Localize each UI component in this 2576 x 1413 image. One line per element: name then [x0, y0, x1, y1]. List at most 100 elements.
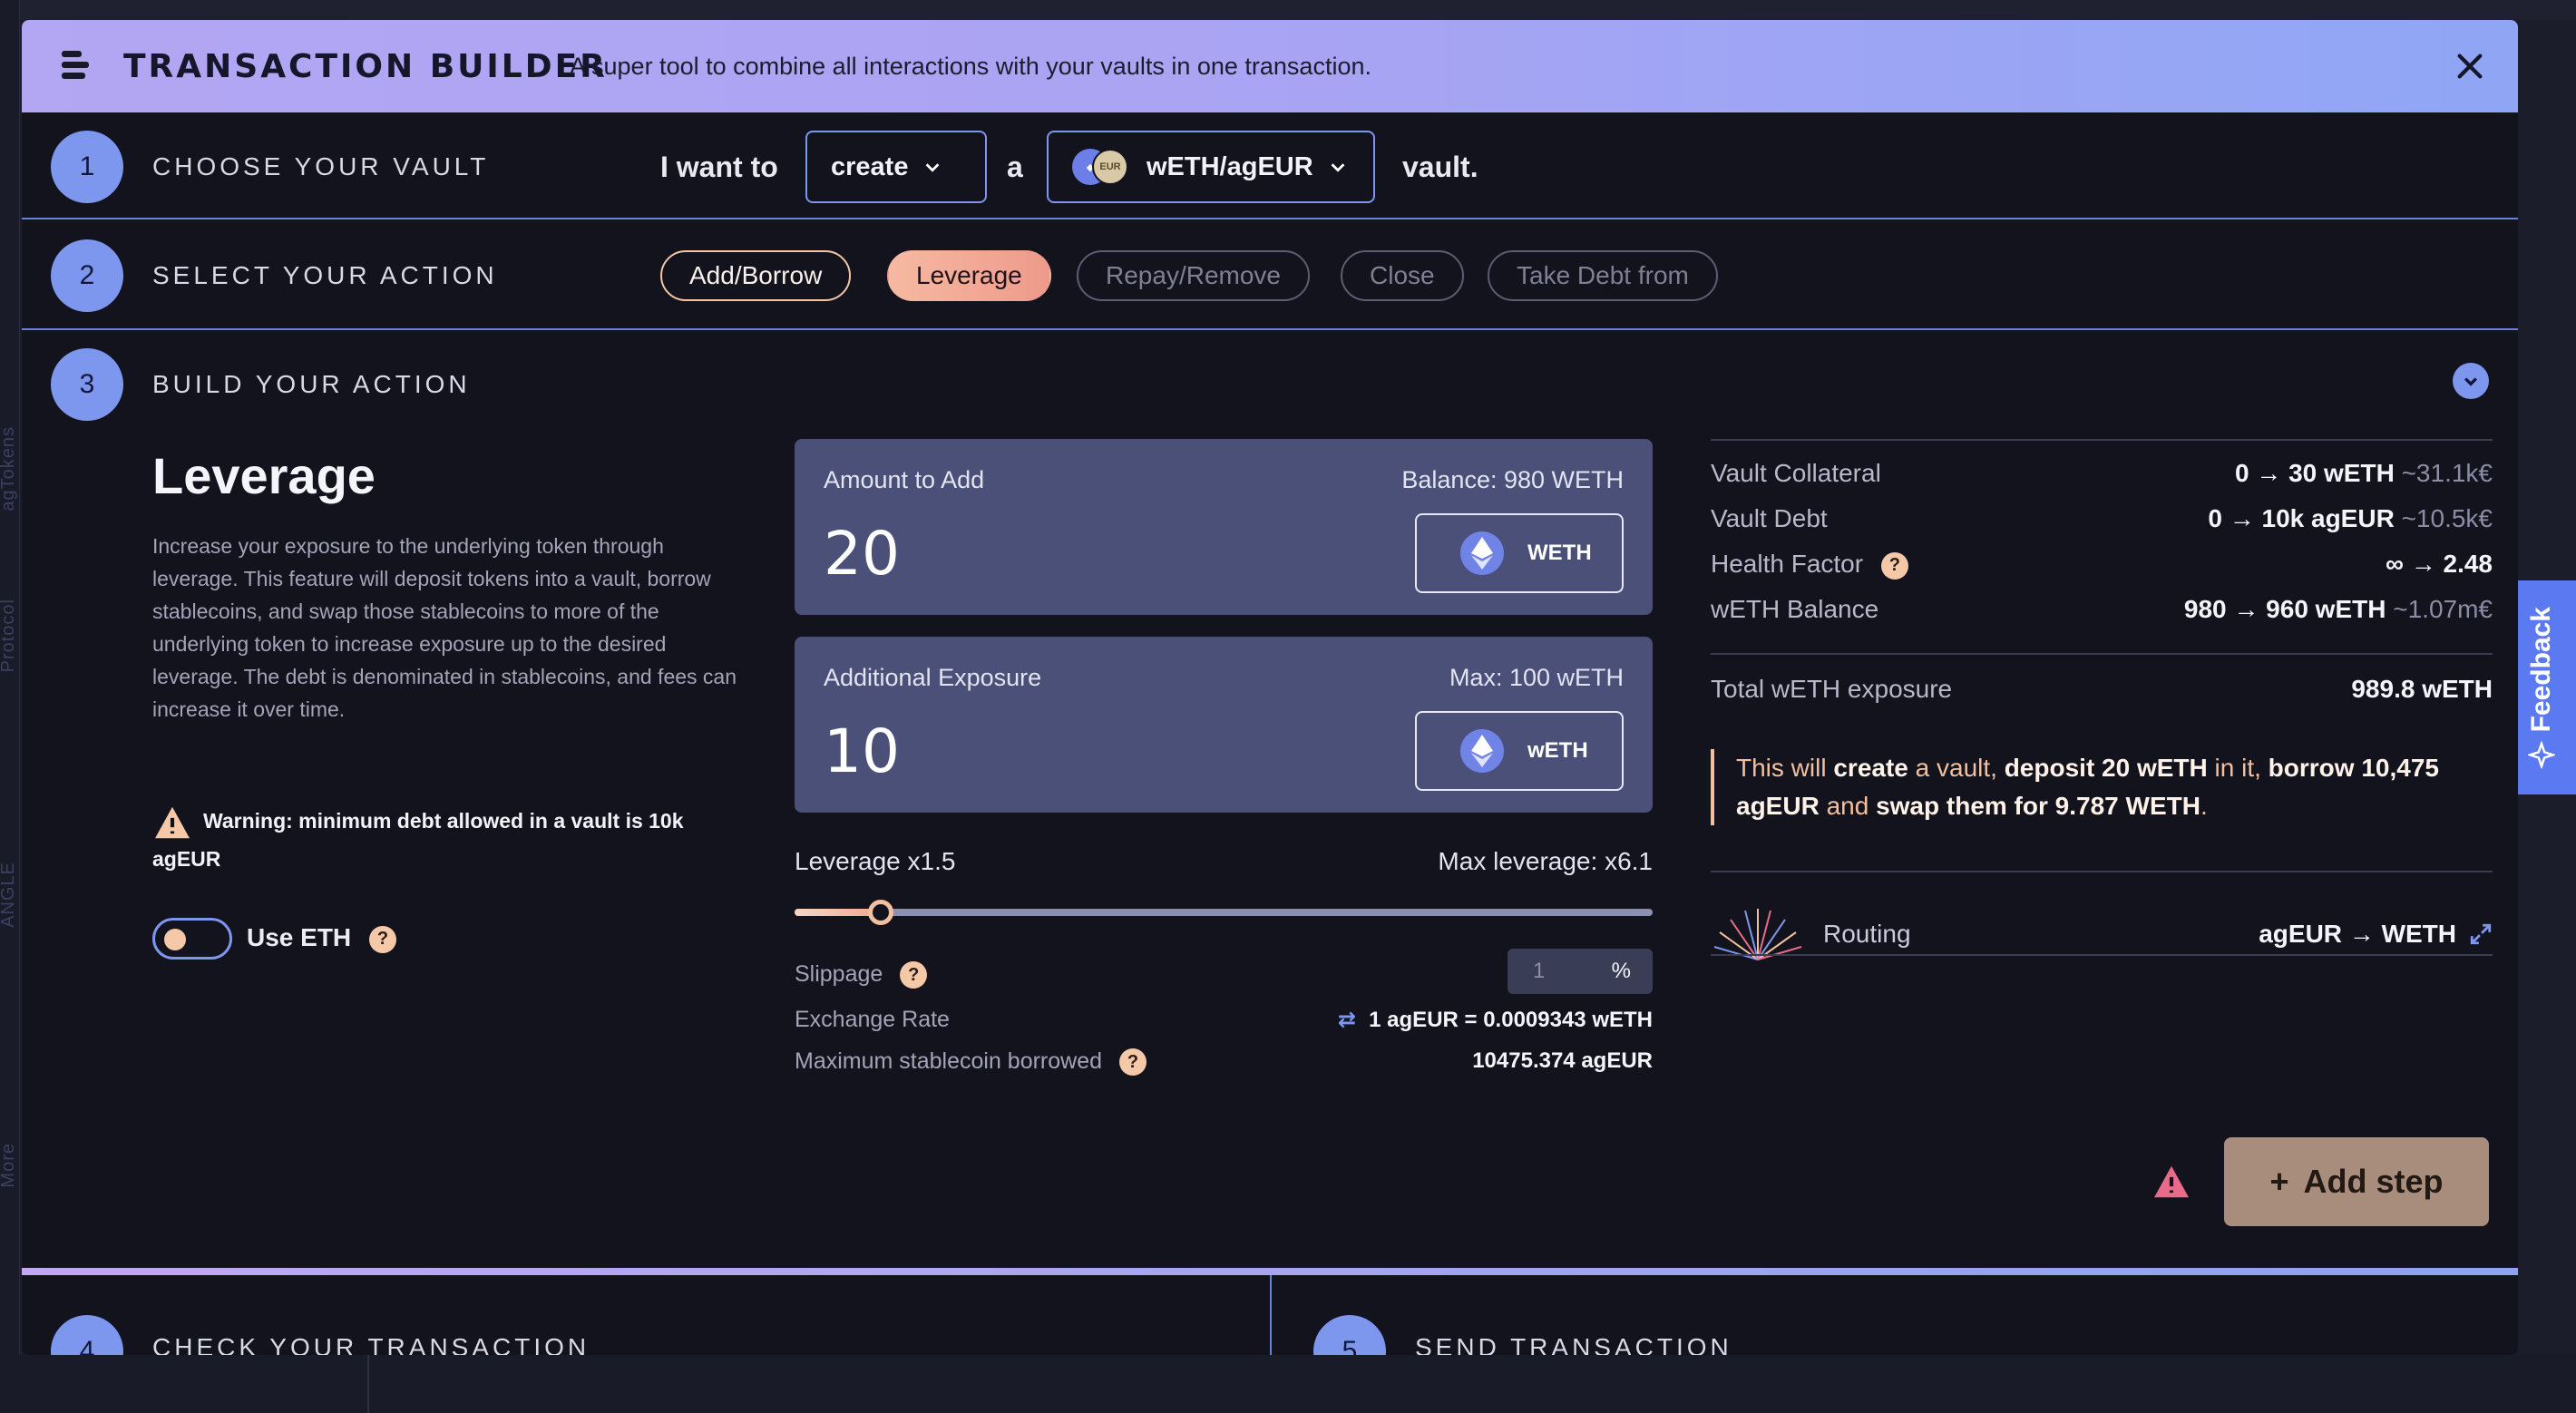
total-exposure-row: Total wETH exposure 989.8 wETH: [1711, 675, 2493, 704]
collapse-step-button[interactable]: [2453, 363, 2489, 399]
eth-icon: [1460, 729, 1504, 773]
use-eth-text: Use ETH: [247, 923, 352, 951]
background-divider: [367, 1355, 369, 1413]
leverage-slider-handle[interactable]: [867, 900, 893, 925]
close-button[interactable]: [2449, 45, 2491, 87]
step-label: CHECK YOUR TRANSACTION: [152, 1333, 590, 1355]
exposure-label: Additional Exposure: [824, 664, 1042, 691]
use-eth-label: Use ETH ?: [247, 923, 396, 953]
summary-divider: [1711, 653, 2493, 655]
summary-sub: ~31.1k€: [2401, 459, 2493, 487]
background-sidebar-label: Protocol: [0, 599, 18, 673]
summary-label: Vault Debt: [1711, 504, 1828, 532]
summary-label: wETH Balance: [1711, 595, 1879, 623]
modal-subtitle: A super tool to combine all interactions…: [570, 52, 1371, 80]
routing-label: Routing: [1823, 920, 1911, 948]
vault-select[interactable]: ◆ EUR wETH/agEUR: [1047, 131, 1375, 203]
vault-sentence-prefix: I want to: [660, 151, 778, 183]
max-borrowed-label: Maximum stablecoin borrowed: [795, 1048, 1103, 1074]
add-step-label: Add step: [2303, 1163, 2444, 1200]
slippage-label: Slippage: [795, 961, 883, 987]
warning-icon: [155, 806, 190, 839]
background-sidebar-label: More: [0, 1143, 18, 1188]
leverage-slider[interactable]: [795, 900, 1653, 925]
max-borrowed-value: 10475.374 agEUR: [1472, 1048, 1653, 1073]
feedback-label: Feedback: [2526, 606, 2556, 733]
step-number: 3: [51, 348, 123, 421]
chevron-down-icon: [1331, 163, 1345, 172]
action-select[interactable]: create: [805, 131, 987, 203]
slippage-unit: %: [1611, 959, 1631, 983]
amount-input[interactable]: 20: [824, 519, 900, 589]
background-footer: [0, 1355, 2576, 1413]
summary-label: Vault Collateral: [1711, 459, 1881, 487]
exchange-rate-value: ⇄ 1 agEUR = 0.0009343 wETH: [1338, 1007, 1653, 1033]
token-select-button[interactable]: WETH: [1415, 513, 1624, 593]
sparkle-icon: [2528, 741, 2555, 769]
step-divider: [22, 218, 2518, 219]
eur-icon: EUR: [1092, 149, 1128, 185]
step-label: BUILD YOUR ACTION: [152, 370, 471, 398]
summary-value: 0 → 10k agEUR: [2208, 504, 2395, 532]
vault-debt-row: Vault Debt 0 → 10k agEUR ~10.5k€: [1711, 504, 2493, 533]
additional-exposure-card: Additional Exposure Max: 100 wETH 10 wET…: [795, 637, 1653, 813]
token-label: WETH: [1527, 541, 1592, 565]
exchange-rate-text: 1 agEUR = 0.0009343 wETH: [1369, 1008, 1653, 1032]
swap-arrows-icon[interactable]: ⇄: [1338, 1008, 1356, 1032]
exchange-rate-row: Exchange Rate ⇄ 1 agEUR = 0.0009343 wETH: [795, 1007, 1653, 1033]
slippage-row: Slippage ? 1 %: [795, 949, 1653, 994]
expand-icon[interactable]: [2469, 922, 2493, 946]
action-take-debt[interactable]: Take Debt from: [1488, 250, 1718, 301]
plus-icon: +: [2269, 1163, 2289, 1200]
vault-sentence-suffix: vault.: [1402, 151, 1478, 183]
use-eth-toggle[interactable]: [152, 918, 232, 960]
summary-divider: [1711, 439, 2493, 441]
summary-callout: This will create a vault, deposit 20 wET…: [1711, 749, 2493, 825]
action-select-value: create: [831, 151, 909, 181]
routing-row: Routing agEUR → WETH: [1711, 891, 2493, 978]
exposure-input[interactable]: 10: [824, 716, 900, 786]
step-divider: [22, 328, 2518, 330]
summary-sub: ~10.5k€: [2401, 504, 2493, 532]
leverage-label: Leverage x1.5: [795, 847, 956, 875]
summary-divider: [1711, 871, 2493, 872]
action-description: Increase your exposure to the underlying…: [152, 534, 737, 721]
step-divider: [22, 1268, 2518, 1275]
summary-divider: [1711, 954, 2493, 956]
max-exposure-text[interactable]: Max: 100 wETH: [1449, 664, 1624, 692]
help-icon[interactable]: ?: [368, 925, 396, 953]
add-step-button[interactable]: + Add step: [2224, 1137, 2489, 1226]
routing-path: agEUR → WETH: [2259, 920, 2456, 948]
menu-icon[interactable]: [62, 51, 89, 82]
background-sidebar: [0, 0, 20, 1413]
help-icon[interactable]: ?: [1118, 1048, 1147, 1077]
step-label: SELECT YOUR ACTION: [152, 261, 498, 289]
amount-label: Amount to Add: [824, 466, 985, 493]
leverage-row: Leverage x1.5 Max leverage: x6.1: [795, 847, 1653, 876]
action-repay-remove[interactable]: Repay/Remove: [1077, 250, 1310, 301]
max-borrowed-row: Maximum stablecoin borrowed ? 10475.374 …: [795, 1048, 1653, 1077]
summary-label: Total wETH exposure: [1711, 675, 1953, 703]
step-number: 2: [51, 239, 123, 312]
weth-balance-row: wETH Balance 980 → 960 wETH ~1.07m€: [1711, 595, 2493, 624]
transaction-builder-modal: TRANSACTION BUILDER A super tool to comb…: [22, 20, 2518, 1355]
exchange-rate-label: Exchange Rate: [795, 1007, 950, 1032]
chevron-down-icon: [926, 163, 940, 172]
token-select-button[interactable]: wETH: [1415, 711, 1624, 791]
min-debt-warning: Warning: minimum debt allowed in a vault…: [152, 802, 751, 878]
action-leverage[interactable]: Leverage: [887, 250, 1051, 301]
action-close[interactable]: Close: [1341, 250, 1464, 301]
min-debt-warning-text: Warning: minimum debt allowed in a vault…: [152, 809, 684, 871]
max-leverage-label: Max leverage: x6.1: [1438, 847, 1653, 875]
help-icon[interactable]: ?: [900, 961, 928, 989]
balance-text[interactable]: Balance: 980 WETH: [1401, 466, 1624, 494]
action-add-borrow[interactable]: Add/Borrow: [660, 250, 852, 301]
token-label: wETH: [1527, 738, 1588, 763]
modal-header: TRANSACTION BUILDER A super tool to comb…: [22, 20, 2518, 112]
step-number: 5: [1313, 1315, 1386, 1355]
vertical-divider: [1270, 1275, 1272, 1355]
help-icon[interactable]: ?: [1880, 551, 1908, 580]
slippage-input[interactable]: 1 %: [1508, 949, 1653, 994]
health-factor-row: Health Factor ? ∞ → 2.48: [1711, 550, 2493, 580]
step-label: SEND TRANSACTION: [1415, 1333, 1732, 1355]
